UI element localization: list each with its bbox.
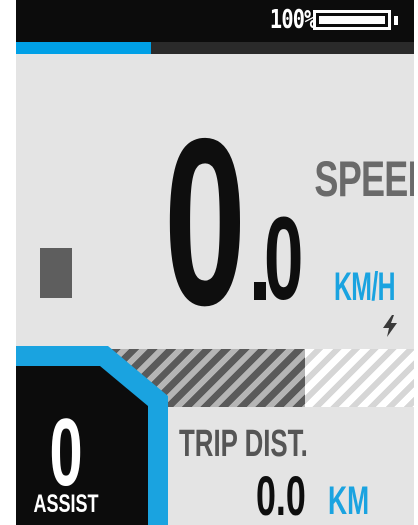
power-output-remaining [304,349,414,407]
speed-unit: KM/H [334,265,396,309]
assist-level-value: 0 [49,399,83,506]
status-bar: 100% [16,0,414,42]
lightning-bolt-icon [383,315,397,337]
trip-distance-unit: KM [328,479,370,523]
trip-distance-value: 0.0 [256,464,306,525]
battery-level-fill [319,16,385,24]
speed-integer-value: 0 [164,90,247,355]
progress-bar-fill [16,42,152,54]
assist-label: ASSIST [33,490,99,518]
battery-tip [394,16,398,25]
progress-bar [16,42,414,54]
battery-full-icon [313,10,391,30]
trip-distance-label: TRIP DIST. [179,423,308,465]
speed-decimal-value: 0 [264,193,304,325]
level-indicator-block [40,248,72,298]
battery-percentage: 100% [270,5,317,35]
speed-label: SPEED [314,151,414,207]
display-screen: 100% SPEED 0 0 KM/H 0 ASSIST TRIP DIST. … [16,0,414,525]
